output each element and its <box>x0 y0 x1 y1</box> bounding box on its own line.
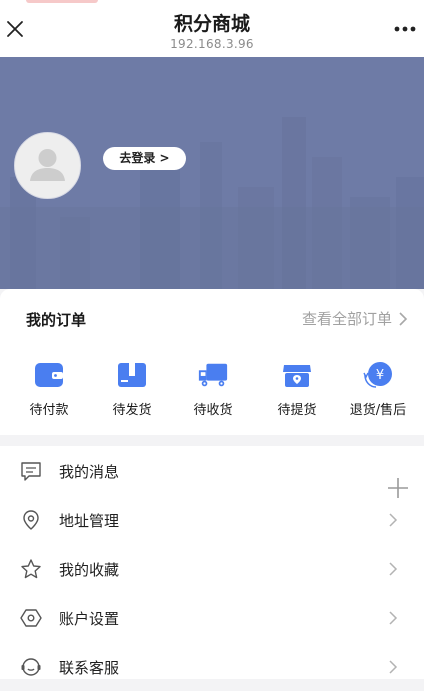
chevron-right-icon <box>389 611 398 625</box>
orders-panel: 我的订单 查看全部订单 待付款 待发货 待收货 待提货 ¥ 退货/售后 <box>0 289 424 435</box>
order-status-label: 待提货 <box>277 403 317 418</box>
truck-icon <box>198 363 228 387</box>
menu-item-label: 地址管理 <box>59 512 120 530</box>
menu-item-label: 我的收藏 <box>59 561 120 579</box>
menu-item-favorites[interactable]: 我的收藏 <box>0 544 424 593</box>
settings-hexagon-icon <box>20 609 42 627</box>
order-status-label: 待付款 <box>29 403 69 418</box>
menu-list: 我的消息 地址管理 我的收藏 账户设置 联系客服 <box>0 446 424 679</box>
chevron-right-icon <box>389 562 398 576</box>
order-status-label: 待发货 <box>112 403 152 418</box>
wallet-icon <box>35 363 63 387</box>
order-status-refund[interactable]: ¥ 退货/售后 <box>342 361 414 418</box>
chevron-right-icon <box>389 660 398 674</box>
menu-item-messages[interactable]: 我的消息 <box>0 446 424 495</box>
chevron-right-icon <box>389 513 398 527</box>
order-status-label: 待收货 <box>193 403 233 418</box>
order-status-pending-pickup[interactable]: 待提货 <box>261 361 333 418</box>
menu-item-account-settings[interactable]: 账户设置 <box>0 593 424 642</box>
menu-item-label: 账户设置 <box>59 610 120 628</box>
menu-item-customer-service[interactable]: 联系客服 <box>0 642 424 691</box>
menu-item-label: 我的消息 <box>59 463 120 481</box>
order-status-label: 退货/售后 <box>349 403 407 418</box>
more-dots-icon[interactable] <box>392 20 418 36</box>
avatar[interactable] <box>14 132 81 199</box>
order-status-pending-receipt[interactable]: 待收货 <box>177 361 249 418</box>
star-icon <box>21 559 41 579</box>
location-pin-icon <box>23 510 39 530</box>
menu-item-address[interactable]: 地址管理 <box>0 495 424 544</box>
top-strip <box>0 0 424 3</box>
svg-text:¥: ¥ <box>376 368 384 383</box>
customer-service-icon <box>21 658 41 676</box>
view-all-orders-label: 查看全部订单 <box>301 310 392 328</box>
menu-item-label: 联系客服 <box>59 659 120 677</box>
order-status-pending-payment[interactable]: 待付款 <box>13 361 85 418</box>
view-all-orders-link[interactable]: 查看全部订单 <box>302 308 408 329</box>
gift-box-icon <box>118 363 146 387</box>
nav-bar: 积分商城 192.168.3.96 <box>0 0 424 57</box>
store-icon <box>283 365 311 387</box>
refund-icon: ¥ <box>363 362 392 388</box>
orders-title: 我的订单 <box>26 311 87 329</box>
message-icon <box>21 462 41 481</box>
chevron-right-icon <box>399 311 408 326</box>
order-status-pending-shipment[interactable]: 待发货 <box>96 361 168 418</box>
login-button[interactable]: 去登录 > <box>103 147 186 170</box>
default-avatar-icon <box>30 149 65 181</box>
page-title: 积分商城 <box>173 13 250 35</box>
profile-header: 去登录 > <box>0 57 424 289</box>
plus-icon[interactable] <box>386 476 410 500</box>
page-subtitle: 192.168.3.96 <box>170 37 254 51</box>
